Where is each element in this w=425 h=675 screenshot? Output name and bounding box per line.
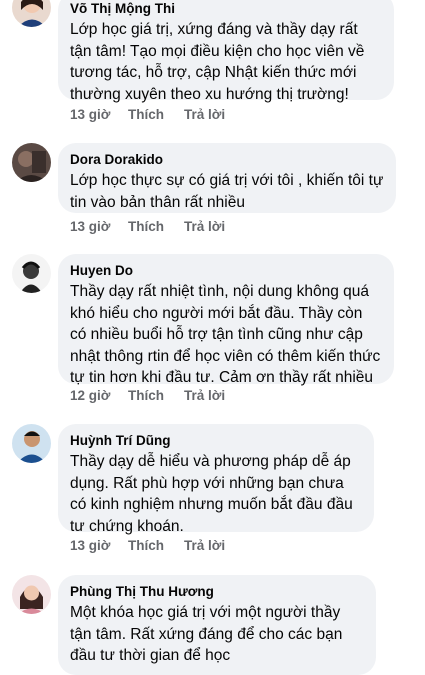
comment-text: Thầy dạy dễ hiểu và phương pháp dễ áp dụ… [70,453,353,535]
comment-actions: 13 giờ Thích Trả lời [70,219,225,234]
comment-author[interactable]: Huyen Do [70,262,382,279]
comment-bubble: Phùng Thị Thu Hương Một khóa học giá trị… [58,575,376,675]
reply-button[interactable]: Trả lời [184,219,225,234]
comment-author[interactable]: Phùng Thị Thu Hương [70,583,364,600]
comment-text: Lớp học thực sự có giá trị với tôi , khi… [70,172,384,211]
comment-actions: 13 giờ Thích Trả lời [70,107,225,122]
comment-text: Một khóa học giá trị với một người thầy … [70,604,343,664]
comment-time[interactable]: 13 giờ [70,107,128,122]
comment-author[interactable]: Võ Thị Mộng Thi [70,0,382,17]
comment-bubble: Dora Dorakido Lớp học thực sự có giá trị… [58,143,396,213]
comment-time[interactable]: 13 giờ [70,538,128,553]
comment-time[interactable]: 12 giờ [70,388,128,403]
comment-text: Thầy dạy rất nhiệt tình, nội dung không … [70,283,381,386]
avatar[interactable] [12,424,51,463]
avatar[interactable] [12,575,51,614]
avatar[interactable] [12,254,51,293]
comment-bubble: Huyen Do Thầy dạy rất nhiệt tình, nội du… [58,254,394,386]
comment-author[interactable]: Dora Dorakido [70,151,384,168]
avatar[interactable] [12,143,51,182]
reply-button[interactable]: Trả lời [184,538,225,553]
comment-actions: 13 giờ Thích Trả lời [70,538,225,553]
comment-time[interactable]: 13 giờ [70,219,128,234]
avatar[interactable] [12,0,51,27]
reply-button[interactable]: Trả lời [184,388,225,403]
like-button[interactable]: Thích [128,219,184,234]
comment-bubble: Huỳnh Trí Dũng Thầy dạy dễ hiểu và phươn… [58,424,374,535]
comment-author[interactable]: Huỳnh Trí Dũng [70,432,362,449]
reply-button[interactable]: Trả lời [184,107,225,122]
comment-text: Lớp học giá trị, xứng đáng và thầy dạy r… [70,21,365,103]
comment-actions: 12 giờ Thích Trả lời [70,388,225,403]
comment-bubble: Võ Thị Mộng Thi Lớp học giá trị, xứng đá… [58,0,394,103]
like-button[interactable]: Thích [128,107,184,122]
like-button[interactable]: Thích [128,388,184,403]
like-button[interactable]: Thích [128,538,184,553]
